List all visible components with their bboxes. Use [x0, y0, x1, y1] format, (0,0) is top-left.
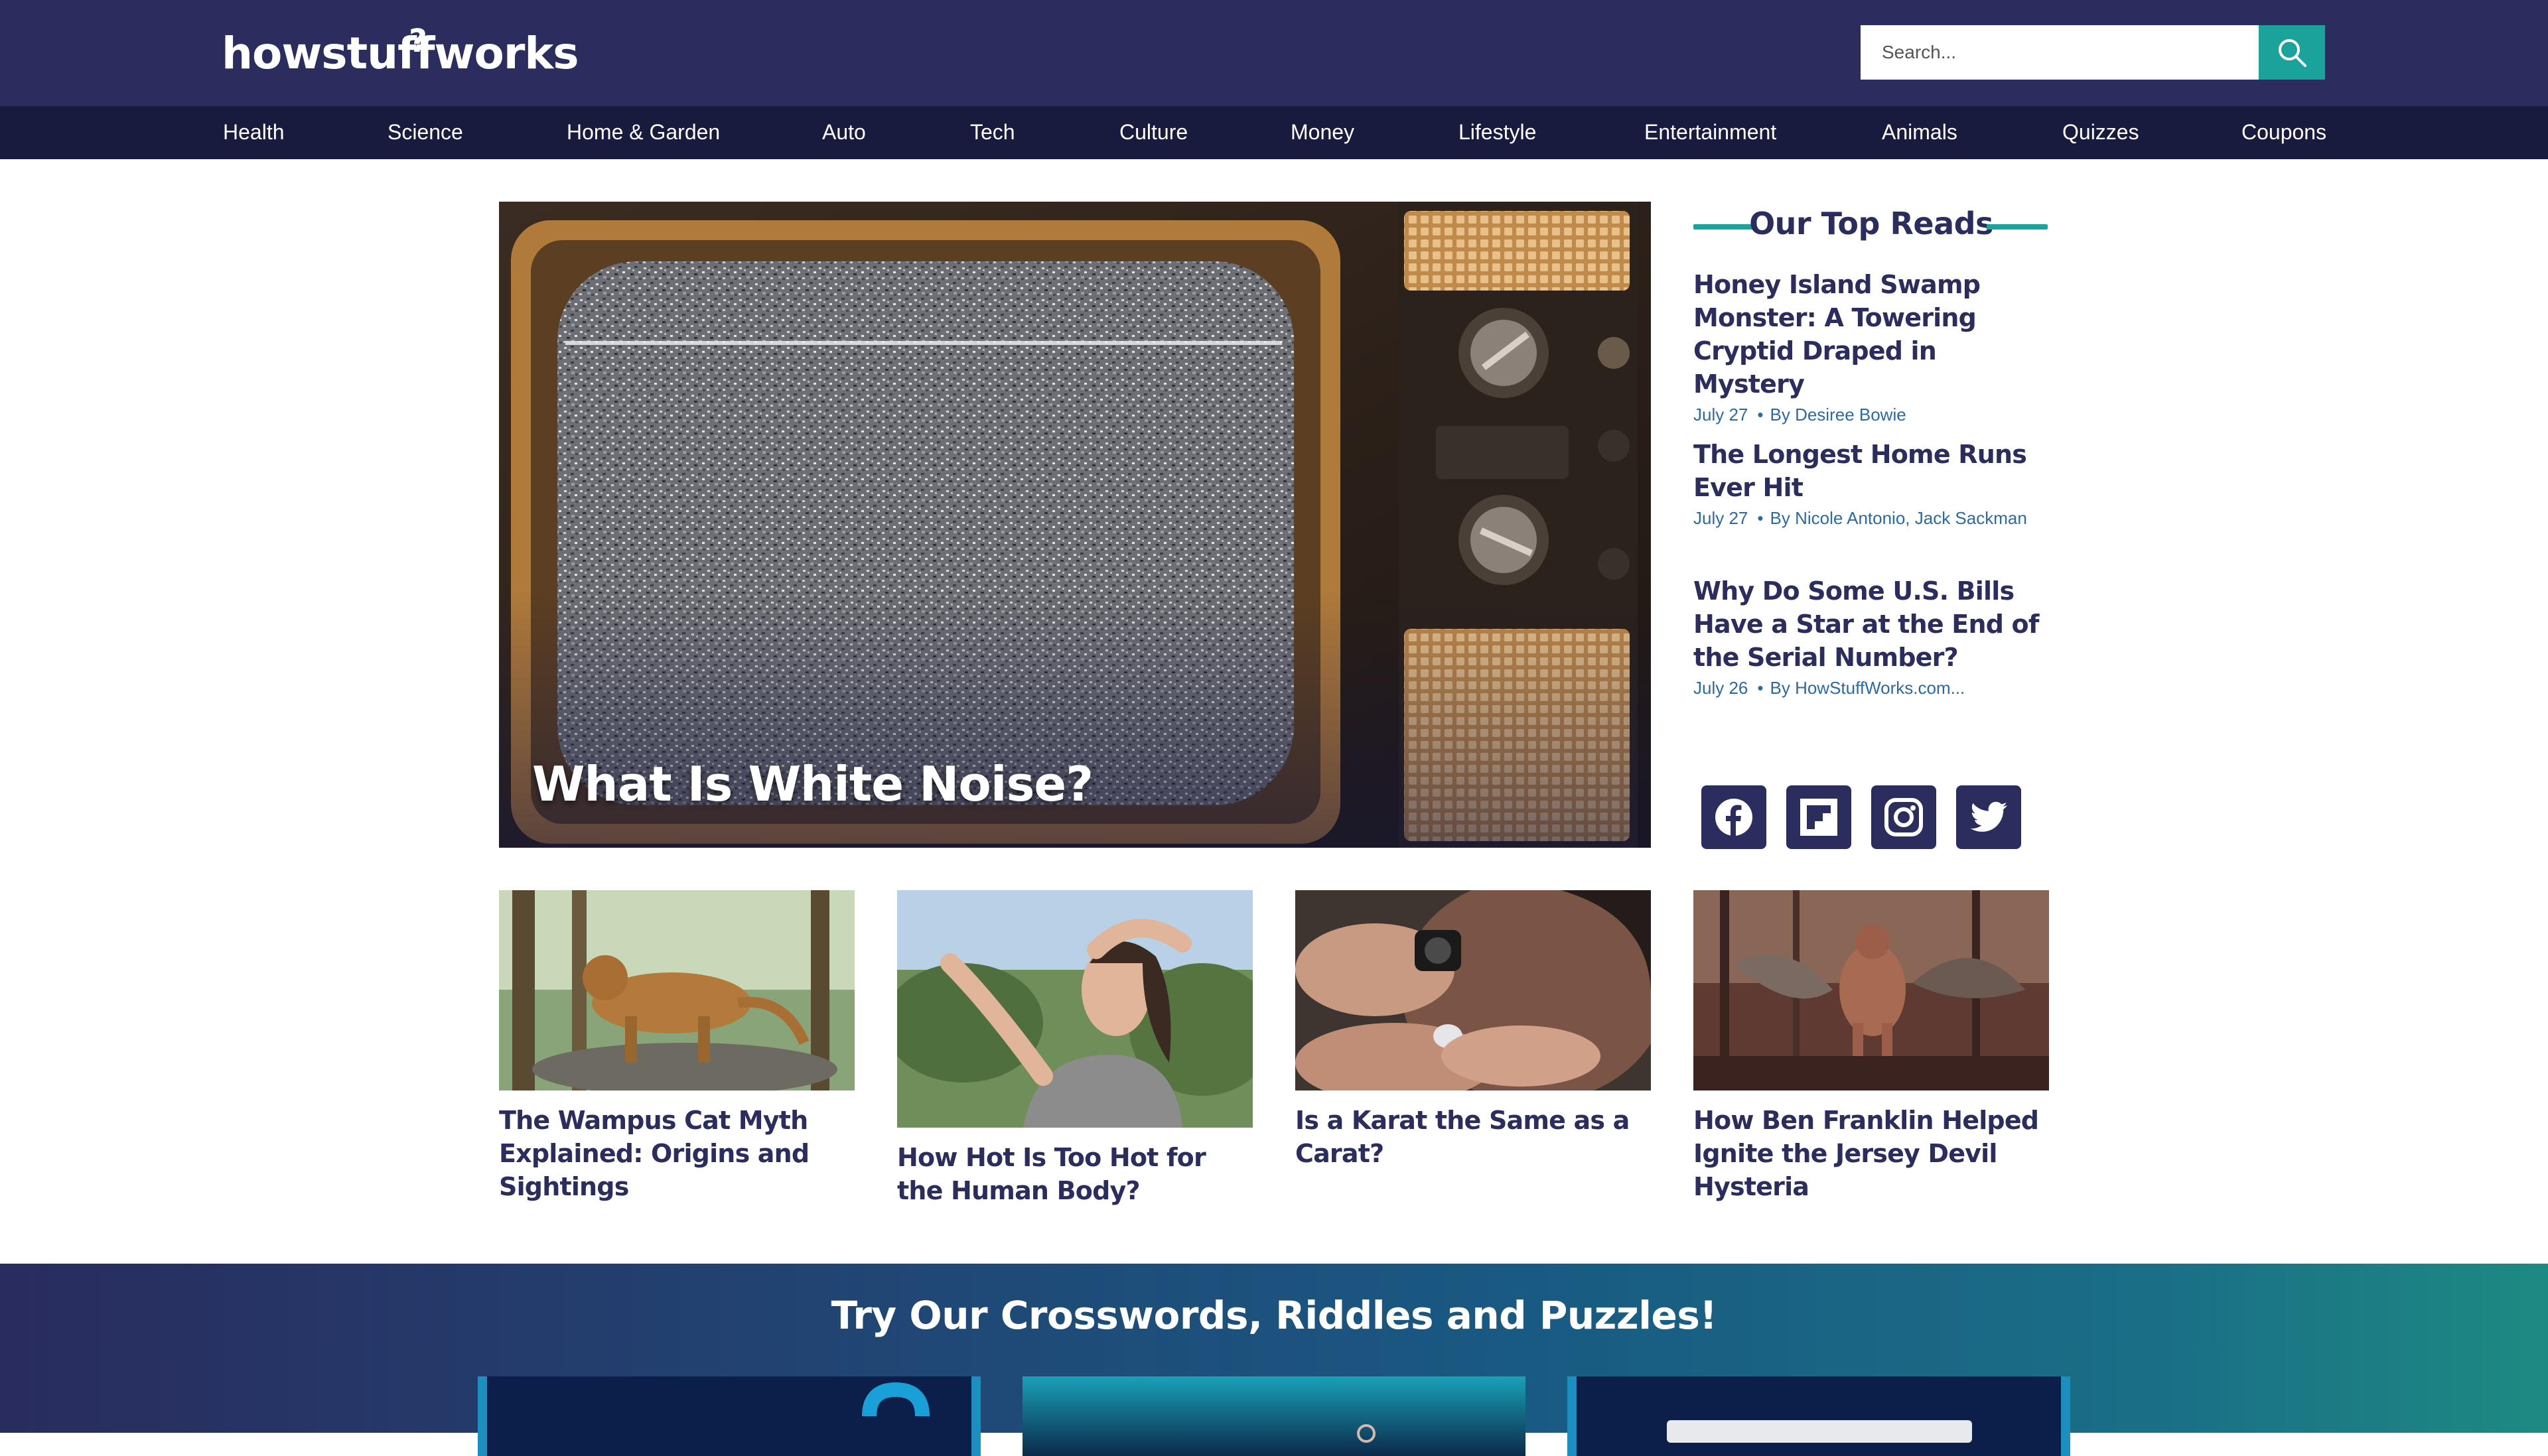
story-card[interactable]: How Ben Franklin Helped Ignite the Jerse…: [1693, 890, 2049, 1203]
nav-item-auto[interactable]: Auto: [822, 106, 866, 159]
top-read-item: The Longest Home Runs Ever Hit July 27 • B…: [1693, 438, 2052, 529]
jersey-devil-image: [1693, 890, 2049, 1091]
top-read-meta: July 27 • By Desiree Bowie: [1693, 405, 1906, 425]
logo-question-mark: ?: [409, 23, 427, 60]
hot-woman-image: [897, 890, 1253, 1128]
puzzle-card-image: [1567, 1376, 2070, 1456]
top-reads-heading: Our Top Reads: [1693, 203, 2049, 247]
story-card-title[interactable]: Is a Karat the Same as a Carat?: [1295, 1104, 1651, 1170]
top-read-item: Honey Island Swamp Monster: A Towering C…: [1693, 268, 2052, 425]
top-read-meta: July 27 • By Nicole Antonio, Jack Sackman: [1693, 508, 2027, 528]
search-icon: [2279, 39, 2306, 67]
twitter-link[interactable]: [1956, 785, 2021, 849]
flipboard-link[interactable]: [1786, 785, 1851, 849]
search-form: [1861, 25, 2325, 80]
top-read-title[interactable]: The Longest Home Runs Ever Hit: [1693, 438, 2052, 504]
story-card[interactable]: How Hot Is Too Hot for the Human Body?: [897, 890, 1253, 1207]
nav-item-home-garden[interactable]: Home & Garden: [567, 106, 720, 159]
facebook-icon: [1715, 799, 1752, 836]
heading-rule-right: [1987, 224, 2048, 230]
puzzle-card[interactable]: [478, 1376, 981, 1456]
main-nav: Health Science Home & Garden Auto Tech C…: [0, 106, 2548, 159]
nav-item-entertainment[interactable]: Entertainment: [1644, 106, 1776, 159]
puzzles-section: Try Our Crosswords, Riddles and Puzzles!: [0, 1264, 2548, 1456]
puzzles-heading: Try Our Crosswords, Riddles and Puzzles!: [831, 1293, 1717, 1338]
nav-item-health[interactable]: Health: [223, 106, 285, 159]
top-reads-title: Our Top Reads: [1749, 206, 1993, 241]
nav-item-money[interactable]: Money: [1291, 106, 1354, 159]
jeweler-loupe-image: [1295, 890, 1651, 1091]
flipboard-icon: [1800, 799, 1837, 836]
search-input[interactable]: [1861, 25, 2259, 80]
top-read-title[interactable]: Honey Island Swamp Monster: A Towering C…: [1693, 268, 2052, 401]
hero-story[interactable]: [499, 202, 1651, 848]
story-card[interactable]: Is a Karat the Same as a Carat?: [1295, 890, 1651, 1170]
story-card-title[interactable]: How Hot Is Too Hot for the Human Body?: [897, 1141, 1253, 1207]
top-read-date: July 27: [1693, 405, 1748, 425]
story-card[interactable]: The Wampus Cat Myth Explained: Origins a…: [499, 890, 855, 1203]
top-read-byline[interactable]: By Desiree Bowie: [1770, 405, 1906, 425]
top-read-date: July 27: [1693, 508, 1748, 528]
top-read-byline[interactable]: By HowStuffWorks.com...: [1770, 678, 1965, 698]
top-read-title[interactable]: Why Do Some U.S. Bills Have a Star at th…: [1693, 574, 2052, 674]
site-header: howstuffworks ?: [0, 0, 2548, 106]
nav-item-science[interactable]: Science: [388, 106, 463, 159]
logo-text: howstuffworks: [222, 28, 579, 79]
instagram-icon: [1884, 798, 1923, 836]
nav-item-lifestyle[interactable]: Lifestyle: [1458, 106, 1536, 159]
search-button[interactable]: [2259, 25, 2325, 80]
top-read-date: July 26: [1693, 678, 1748, 698]
top-read-byline[interactable]: By Nicole Antonio, Jack Sackman: [1770, 508, 2027, 528]
twitter-icon: [1970, 801, 2007, 832]
puzzle-card[interactable]: [1567, 1376, 2070, 1456]
nav-item-tech[interactable]: Tech: [970, 106, 1015, 159]
instagram-link[interactable]: [1871, 785, 1936, 849]
puzzle-card[interactable]: [1023, 1376, 1525, 1456]
top-read-meta: July 26 • By HowStuffWorks.com...: [1693, 678, 1965, 698]
top-read-item: Why Do Some U.S. Bills Have a Star at th…: [1693, 574, 2052, 698]
nav-item-quizzes[interactable]: Quizzes: [2062, 106, 2139, 159]
nav-item-culture[interactable]: Culture: [1119, 106, 1188, 159]
site-logo[interactable]: howstuffworks ?: [222, 25, 579, 82]
hero-title[interactable]: What Is White Noise?: [532, 756, 1094, 812]
story-card-title[interactable]: The Wampus Cat Myth Explained: Origins a…: [499, 1104, 855, 1203]
nav-item-coupons[interactable]: Coupons: [2241, 106, 2326, 159]
facebook-link[interactable]: [1701, 785, 1766, 849]
wampus-cat-image: [499, 890, 855, 1091]
nav-item-animals[interactable]: Animals: [1882, 106, 1957, 159]
story-card-title[interactable]: How Ben Franklin Helped Ignite the Jerse…: [1693, 1104, 2049, 1203]
puzzle-card-image: [478, 1376, 981, 1456]
puzzle-card-image: [1023, 1376, 1525, 1456]
